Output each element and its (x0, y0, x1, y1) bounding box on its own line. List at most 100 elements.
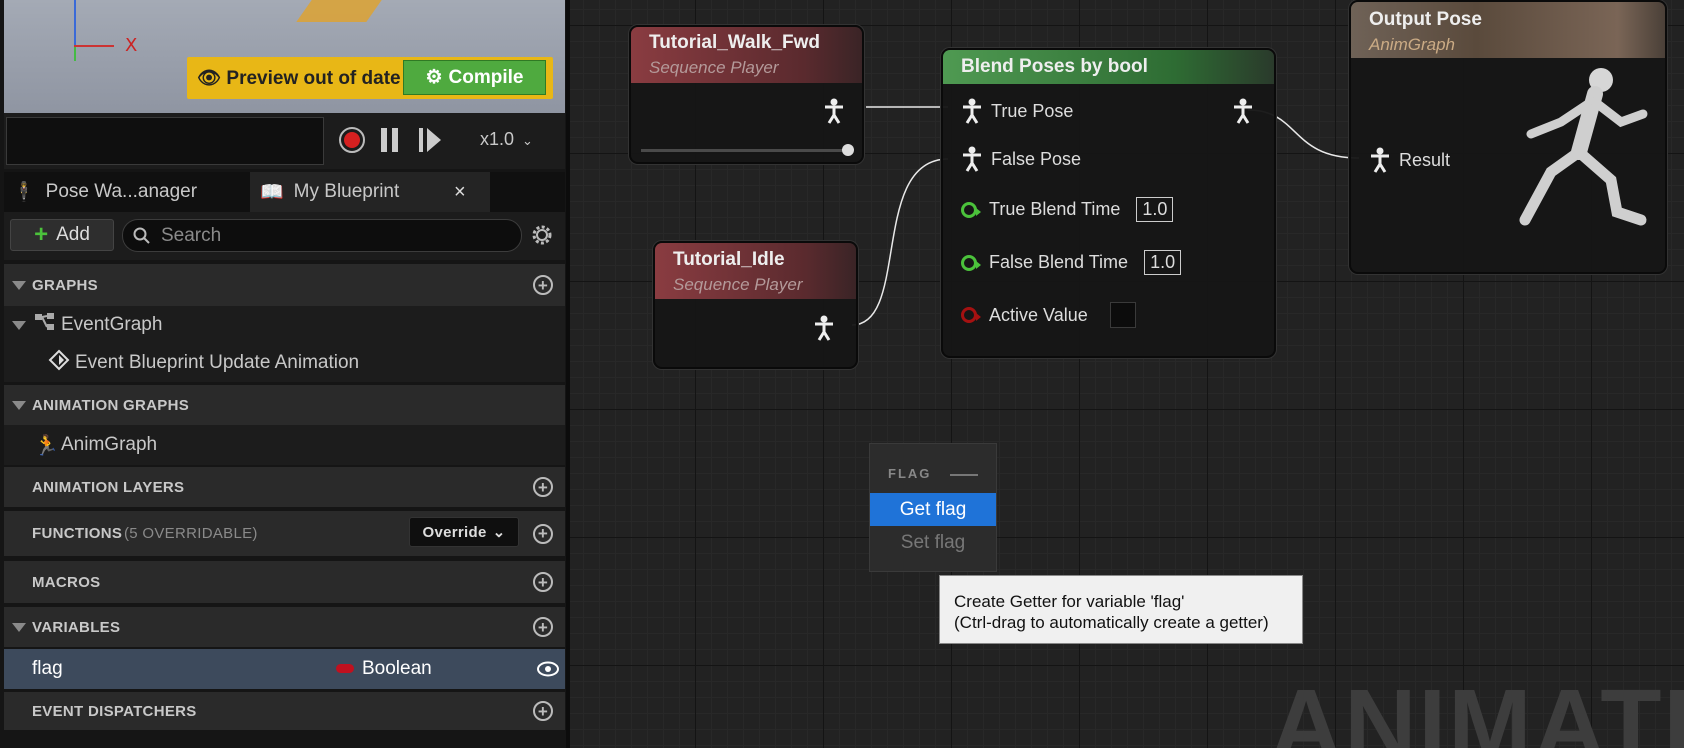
menu-item-get-flag[interactable]: Get flag (870, 493, 996, 526)
search-input[interactable]: Search (122, 219, 522, 252)
pause-button[interactable] (375, 125, 405, 155)
node-tutorial-walk-fwd[interactable]: Tutorial_Walk_Fwd Sequence Player (629, 25, 864, 164)
axis-y-line (74, 47, 76, 61)
add-graph-icon[interactable]: + (533, 275, 553, 295)
pose-output-pin-icon[interactable] (823, 98, 845, 124)
false-blend-time-pin[interactable]: False Blend Time 1.0 (961, 250, 1182, 275)
timeline-field[interactable] (6, 117, 324, 165)
add-button[interactable]: + Add (10, 219, 114, 251)
pose-pin-icon (963, 146, 981, 172)
menu-header: FLAG (888, 466, 932, 481)
running-mannequin-icon (1519, 68, 1648, 226)
node-title: Tutorial_Idle (673, 249, 785, 270)
result-pin[interactable]: Result (1369, 147, 1450, 173)
compile-button[interactable]: ⚙ Compile (403, 60, 546, 95)
tab-my-blueprint[interactable]: 📖 My Blueprint × (250, 172, 490, 212)
close-icon[interactable]: × (454, 181, 466, 204)
menu-separator (950, 474, 978, 476)
node-header: Tutorial_Walk_Fwd Sequence Player (631, 27, 862, 83)
add-macro-icon[interactable]: + (533, 572, 553, 592)
tree-item-eventgraph[interactable]: EventGraph (4, 306, 565, 344)
node-blend-poses-by-bool[interactable]: Blend Poses by bool True Pose False Pose… (941, 48, 1276, 358)
node-title: Tutorial_Walk_Fwd (649, 32, 821, 53)
float-pin-icon (961, 201, 981, 218)
active-value-checkbox[interactable] (1109, 302, 1136, 328)
compile-label: Compile (448, 66, 524, 88)
node-header: Tutorial_Idle Sequence Player (655, 243, 856, 299)
section-title: VARIABLES (32, 618, 121, 636)
section-variables[interactable]: VARIABLES + (4, 607, 565, 647)
playback-progress-handle[interactable] (842, 144, 854, 156)
collapse-arrow-icon (12, 400, 26, 410)
section-title: EVENT DISPATCHERS (32, 702, 197, 720)
node-header: Blend Poses by bool (943, 50, 1274, 84)
tree-item-label: AnimGraph (61, 434, 158, 455)
axis-x-line (74, 45, 114, 47)
tooltip-line: (Ctrl-drag to automatically create a get… (954, 613, 1269, 632)
override-dropdown[interactable]: Override ⌄ (409, 517, 519, 547)
variable-name: flag (32, 658, 63, 679)
axis-z-line (74, 0, 76, 47)
section-animation-layers[interactable]: ANIMATION LAYERS + (4, 467, 565, 507)
pause-icon (381, 128, 398, 152)
mannequin-preview (296, 0, 382, 22)
settings-gear-icon[interactable] (529, 222, 555, 253)
add-layer-icon[interactable]: + (533, 477, 553, 497)
eye-icon: 👁 (197, 68, 222, 89)
node-header: Output Pose AnimGraph (1351, 2, 1665, 58)
step-forward-button[interactable] (415, 125, 445, 155)
node-title: Output Pose (1369, 9, 1482, 30)
false-pose-pin[interactable]: False Pose (961, 146, 1081, 172)
menu-item-set-flag[interactable]: Set flag (870, 526, 996, 559)
running-figure-icon: 🏃 (34, 434, 59, 457)
section-graphs[interactable]: GRAPHS + (4, 264, 565, 306)
false-blend-time-input[interactable]: 1.0 (1144, 250, 1182, 275)
override-label: Override (422, 523, 487, 541)
section-event-dispatchers[interactable]: EVENT DISPATCHERS + (4, 692, 565, 730)
wire-idle-to-false (851, 158, 949, 326)
record-button[interactable] (337, 125, 367, 155)
pose-pin-icon (963, 98, 981, 124)
add-dispatcher-icon[interactable]: + (533, 701, 553, 721)
pose-output-pin-icon[interactable] (813, 315, 835, 341)
eventgraph-icon (34, 312, 56, 338)
expand-arrow-icon (12, 320, 26, 330)
eye-visibility-icon[interactable] (536, 658, 560, 686)
section-functions[interactable]: FUNCTIONS (5 OVERRIDABLE) Override ⌄ + (4, 511, 565, 556)
variable-type: Boolean (362, 658, 432, 679)
pose-pin-icon (1371, 147, 1389, 173)
section-macros[interactable]: MACROS + (4, 561, 565, 603)
node-tutorial-idle[interactable]: Tutorial_Idle Sequence Player (653, 241, 858, 369)
boolean-type-pill-icon (336, 664, 354, 673)
true-blend-time-input[interactable]: 1.0 (1136, 197, 1174, 222)
playback-speed-dropdown[interactable]: x1.0 ⌄ (480, 129, 533, 150)
variable-drag-menu: FLAG Get flag Set flag (869, 443, 997, 572)
add-variable-icon[interactable]: + (533, 617, 553, 637)
search-placeholder: Search (161, 224, 222, 246)
search-icon (133, 227, 150, 244)
anim-graph-canvas[interactable]: ANIMATION Tutorial_Walk_Fwd Sequence Pla… (570, 0, 1684, 748)
book-icon: 📖 (260, 182, 284, 203)
add-function-icon[interactable]: + (533, 523, 553, 544)
tree-item-animgraph[interactable]: 🏃 AnimGraph (4, 425, 565, 465)
transport-bar: x1.0 ⌄ (4, 113, 565, 169)
tab-pose-watch-manager[interactable]: 🕴 Pose Wa...anager (12, 172, 197, 212)
tree-item-label: EventGraph (61, 314, 163, 335)
section-animation-graphs[interactable]: ANIMATION GRAPHS (4, 385, 565, 425)
preview-status-bar: 👁 Preview out of date ⚙ Compile (187, 57, 553, 99)
true-blend-time-pin[interactable]: True Blend Time 1.0 (961, 197, 1174, 222)
playback-speed-value: x1.0 (480, 129, 515, 149)
node-title: Blend Poses by bool (961, 56, 1148, 77)
pose-output-pin-icon[interactable] (1232, 98, 1254, 124)
variable-item-flag[interactable]: flag Boolean (4, 649, 565, 689)
true-pose-pin[interactable]: True Pose (961, 98, 1073, 124)
node-subtitle: Sequence Player (673, 275, 803, 294)
step-forward-icon (419, 128, 441, 152)
preview-viewport[interactable]: X 👁 Preview out of date ⚙ Compile (4, 0, 565, 113)
gear-icon: ⚙ (425, 67, 443, 88)
active-value-pin[interactable]: Active Value (961, 302, 1136, 328)
node-output-pose[interactable]: Output Pose AnimGraph Result (1349, 0, 1667, 274)
functions-overridable-count: (5 OVERRIDABLE) (124, 525, 258, 542)
pose-watch-icon: 🕴 (12, 182, 36, 203)
tree-item-event-update-animation[interactable]: Event Blueprint Update Animation (4, 344, 565, 382)
